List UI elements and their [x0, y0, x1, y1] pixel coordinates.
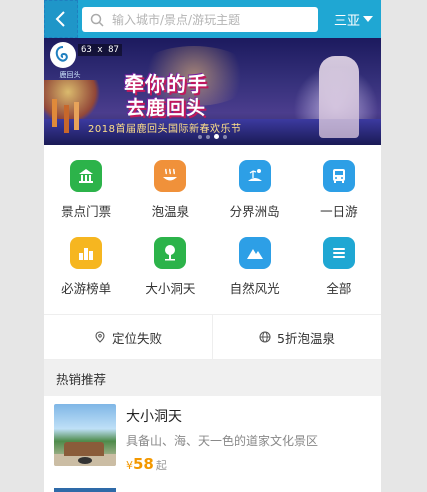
menu-icon	[322, 237, 355, 269]
city-selector[interactable]: 三亚	[334, 0, 373, 38]
category-label: 自然风光	[229, 281, 280, 296]
price-value: 58	[133, 455, 154, 473]
category-hot-spring[interactable]: 泡温泉	[128, 160, 212, 232]
location-pin-icon	[95, 331, 105, 343]
section-title: 热销推荐	[44, 360, 381, 396]
globe-icon	[259, 331, 271, 343]
caret-down-icon	[363, 16, 373, 22]
category-label: 大小洞天	[145, 281, 196, 296]
category-label: 泡温泉	[151, 204, 190, 219]
category-scenery[interactable]: 自然风光	[213, 237, 297, 309]
banner-towers	[52, 99, 57, 127]
back-button[interactable]	[44, 0, 78, 38]
product-card[interactable]: 大小洞天 具备山、海、天一色的道家文化景区 ¥58 起	[44, 396, 381, 478]
category-label: 必游榜单	[61, 281, 112, 296]
banner-slogan-line2: 去鹿回头	[126, 97, 207, 119]
mountain-icon	[238, 237, 271, 269]
banner-subline: 2018首届鹿回头国际新春欢乐节	[88, 124, 242, 135]
island-icon	[238, 160, 271, 192]
right-margin	[381, 0, 427, 492]
category-tickets[interactable]: 景点门票	[44, 160, 128, 232]
category-label: 景点门票	[61, 204, 112, 219]
search-bar[interactable]	[82, 7, 318, 32]
deer-statue-image	[319, 56, 359, 138]
carousel-indicator	[44, 134, 381, 139]
carousel-dot[interactable]	[198, 134, 202, 139]
category-ranking[interactable]: 必游榜单	[44, 237, 128, 309]
left-margin	[0, 0, 44, 492]
city-label: 三亚	[333, 13, 360, 29]
ranking-icon	[70, 237, 103, 269]
product-price: ¥58 起	[126, 455, 318, 473]
promo-button[interactable]: 5折泡温泉	[212, 315, 381, 359]
price-currency: ¥	[126, 459, 133, 472]
category-cave[interactable]: 大小洞天	[128, 237, 212, 309]
search-icon	[90, 13, 104, 27]
category-label: 分界洲岛	[229, 204, 280, 219]
product-thumbnail	[54, 404, 116, 466]
location-status: 定位失败	[111, 330, 162, 346]
bus-icon	[322, 160, 355, 192]
carousel-dot-active[interactable]	[214, 134, 219, 139]
brand-logo-text: 鹿回头	[59, 71, 81, 79]
category-grid: 景点门票 泡温泉 分界洲岛 一日游 必游榜单 大小洞天 自然风光 全部	[44, 145, 381, 314]
ticket-icon	[70, 160, 103, 192]
product-name: 大小洞天	[126, 409, 182, 425]
tree-icon	[154, 237, 187, 269]
chevron-left-icon	[55, 11, 65, 27]
app-screen: 三亚 鹿回头 63 x 87 牵你的手 去鹿回头 2018首届鹿回头国际新春欢乐…	[44, 0, 381, 492]
carousel-dot[interactable]	[206, 134, 210, 139]
promo-label: 5折泡温泉	[277, 330, 335, 346]
price-suffix: 起	[155, 459, 167, 472]
hot-spring-icon	[154, 160, 187, 192]
dimension-badge: 63 x 87	[78, 44, 122, 56]
search-input[interactable]	[112, 12, 312, 27]
product-description: 具备山、海、天一色的道家文化景区	[126, 434, 319, 448]
next-product-thumbnail	[54, 488, 116, 492]
location-button[interactable]: 定位失败	[44, 315, 212, 359]
product-info: 大小洞天 具备山、海、天一色的道家文化景区 ¥58 起	[126, 404, 319, 473]
quick-action-bar: 定位失败 5折泡温泉	[44, 314, 381, 360]
category-day-trip[interactable]: 一日游	[297, 160, 381, 232]
category-label: 全部	[326, 281, 352, 296]
promo-banner[interactable]: 鹿回头 63 x 87 牵你的手 去鹿回头 2018首届鹿回头国际新春欢乐节	[44, 38, 381, 145]
category-island[interactable]: 分界洲岛	[213, 160, 297, 232]
carousel-dot[interactable]	[223, 134, 227, 139]
category-all[interactable]: 全部	[297, 237, 381, 309]
category-label: 一日游	[320, 204, 358, 219]
brand-logo-icon	[50, 42, 76, 68]
top-bar: 三亚	[44, 0, 381, 38]
